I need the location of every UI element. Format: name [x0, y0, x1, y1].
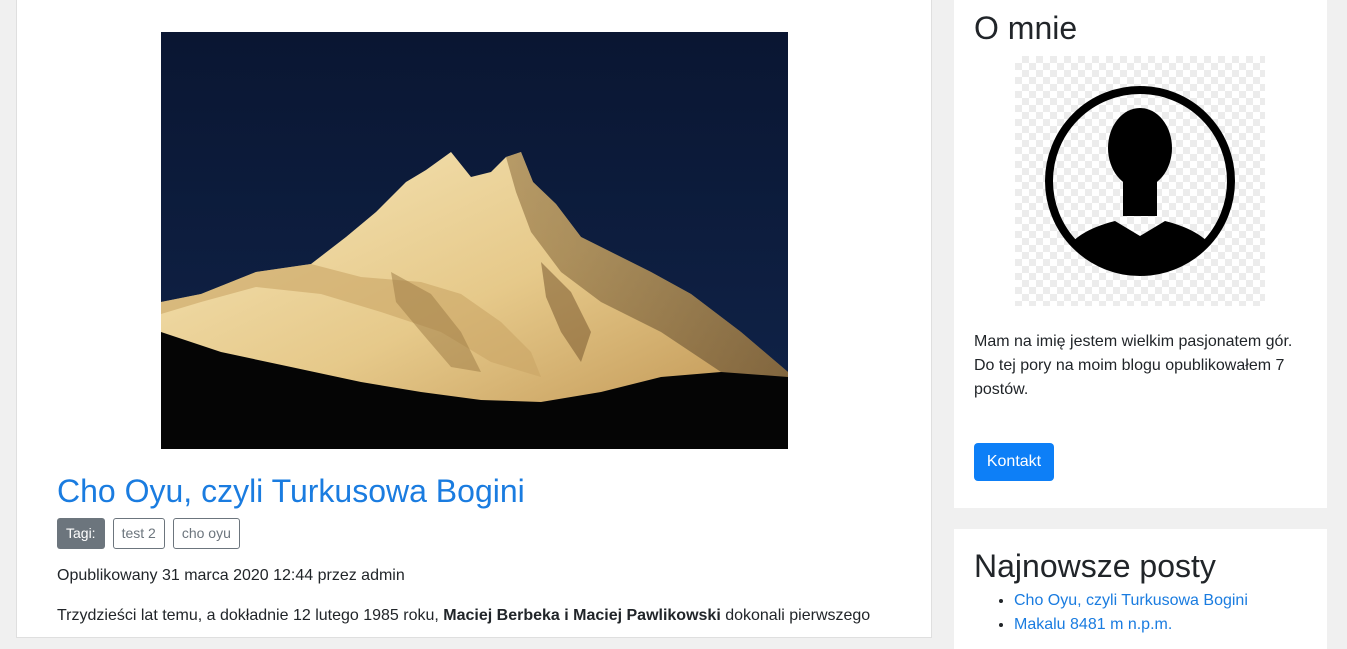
latest-posts-card: Najnowsze posty Cho Oyu, czyli Turkusowa… [954, 529, 1327, 649]
post-title[interactable]: Cho Oyu, czyli Turkusowa Bogini [57, 471, 525, 511]
excerpt-text-start: Trzydzieści lat temu, a dokładnie 12 lut… [57, 607, 444, 624]
excerpt-text-end: dokonali pierwszego [720, 607, 871, 624]
latest-post-link[interactable]: Cho Oyu, czyli Turkusowa Bogini [1014, 592, 1248, 609]
about-title: O mnie [974, 10, 1078, 46]
mountain-photo [161, 32, 788, 449]
post-excerpt: Trzydzieści lat temu, a dokładnie 12 lut… [57, 606, 870, 626]
list-item: Makalu 8481 m n.p.m. [1014, 613, 1248, 637]
post-meta: Opublikowany 31 marca 2020 12:44 przez a… [57, 567, 405, 584]
about-text: Mam na imię jestem wielkim pasjonatem gó… [974, 333, 1293, 398]
post-card: Cho Oyu, czyli Turkusowa Bogini Tagi: te… [16, 0, 932, 638]
tag-list: Tagi: test 2 cho oyu [57, 518, 240, 549]
latest-posts-title: Najnowsze posty [974, 548, 1216, 584]
contact-button[interactable]: Kontakt [974, 443, 1054, 481]
avatar [1015, 56, 1265, 306]
tag-test-2[interactable]: test 2 [112, 518, 165, 549]
list-item: Cho Oyu, czyli Turkusowa Bogini [1014, 589, 1248, 613]
user-silhouette-icon [1045, 86, 1235, 276]
latest-post-link[interactable]: Makalu 8481 m n.p.m. [1014, 616, 1172, 633]
about-card: O mnie Mam na imię jestem wielkim pasjon… [954, 0, 1327, 508]
tags-label: Tagi: [57, 518, 105, 549]
tag-cho-oyu[interactable]: cho oyu [172, 518, 240, 549]
post-image[interactable] [161, 32, 788, 449]
latest-posts-list: Cho Oyu, czyli Turkusowa Bogini Makalu 8… [974, 589, 1248, 637]
excerpt-bold-names: Maciej Berbeka i Maciej Pawlikowski [443, 607, 721, 624]
